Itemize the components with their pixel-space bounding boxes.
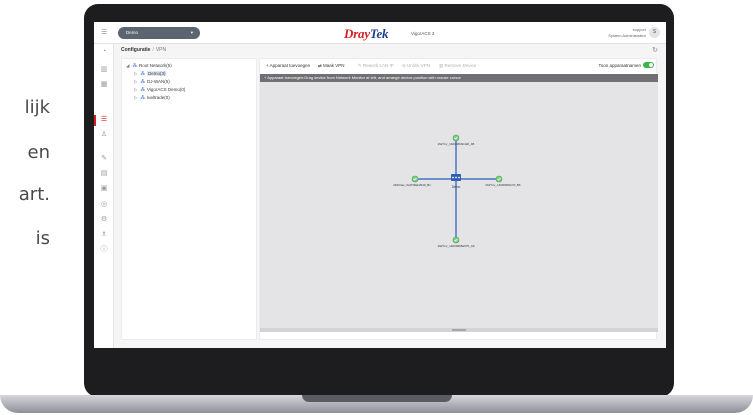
device-node-top[interactable]: [452, 134, 460, 142]
rework-lan-ip-button[interactable]: ✎ Rework LAN IP: [358, 63, 394, 69]
tree-item-root[interactable]: ◢ ⁂ Root Network(5): [126, 63, 172, 69]
tree-item-dj-wan[interactable]: ▷ ⁂ DJ-WAN(5): [134, 79, 170, 85]
device-label-right: 2927nv_1400b8bbb70_B6: [485, 183, 521, 187]
chevron-down-icon: ◢: [126, 63, 130, 68]
left-rail: ◔ ▥ ▦ ☰ ♙ ✎ ▤ ▣ ◎ ⚙ ♗ ⓘ: [94, 44, 114, 348]
topology-graph: Demo 2927nv_1400b8bbb4a5_4B 2920nac_0a7f…: [393, 134, 521, 248]
scrollbar-thumb[interactable]: [452, 329, 466, 331]
add-device-button[interactable]: + Apparaat toevoegen: [266, 63, 310, 68]
device-label-left: 2920nac_0a7f38ab2949_B1: [393, 183, 431, 187]
device-node-right[interactable]: [495, 175, 503, 183]
map-icon[interactable]: ▦: [100, 81, 108, 89]
network-icon: ⁂: [140, 79, 145, 84]
network-icon: ⁂: [140, 87, 145, 92]
hub-label: Demo: [452, 185, 461, 189]
topology-canvas[interactable]: Demo 2927nv_1400b8bbb4a5_4B 2920nac_0a7f…: [260, 82, 658, 328]
laptop-screen: ☰ Demo ▾ DrayTek VigorACS 3 support Syst…: [94, 22, 666, 348]
show-device-names-toggle[interactable]: [643, 62, 654, 68]
breadcrumb: Configuratie / VPN: [121, 47, 167, 53]
monitor-icon[interactable]: ▥: [100, 66, 108, 74]
hub-device-icon[interactable]: [451, 174, 461, 181]
draytek-logo: DrayTek: [344, 26, 389, 41]
tree-item-lueltrade[interactable]: ▷ ⁂ lueltrade(0): [134, 95, 170, 101]
show-device-names-label: Toon apparaatnamen: [598, 63, 641, 68]
side-text-line-2: en: [27, 142, 50, 163]
user-role: System Administrator: [608, 33, 646, 38]
tree-item-vigoracs-demo[interactable]: ▷ ⁂ VigorACS Demo(0): [134, 87, 185, 93]
device-label-top: 2927nv_1400b8bbb4a5_4B: [438, 142, 475, 146]
chevron-down-icon: ▾: [190, 30, 193, 35]
network-icon: ⁂: [132, 63, 137, 68]
rail-active-indicator: [94, 115, 96, 126]
device-node-left[interactable]: [411, 175, 419, 183]
dashboard-icon[interactable]: ◔: [100, 48, 108, 56]
users-icon[interactable]: ♙: [100, 131, 108, 139]
device-select-value: Demo: [126, 30, 139, 35]
network-tree: ◢ ⁂ Root Network(5) ▷ ⁂ Demo(3) ▷ ⁂ DJ-WAN(5) …: [121, 58, 257, 340]
chevron-right-icon: ▷: [134, 87, 138, 92]
globe-icon[interactable]: ◎: [100, 201, 108, 209]
wrench-icon[interactable]: ✎: [100, 155, 108, 163]
info-icon[interactable]: ⓘ: [100, 246, 108, 254]
breadcrumb-section[interactable]: Configuratie: [121, 47, 150, 53]
info-bar: + Apparaat toevoegen:Drag device from Ne…: [260, 74, 658, 82]
make-vpn-button[interactable]: ⇄ Maak VPN: [318, 63, 345, 69]
side-text-line-4: is: [35, 228, 50, 249]
app-header: ☰ Demo ▾ DrayTek VigorACS 3 support Syst…: [94, 22, 666, 44]
link-legend: Network WAN IPsec L2TP SSL VPN verbroken: [340, 318, 530, 332]
device-select[interactable]: Demo ▾: [118, 27, 200, 39]
configuration-icon[interactable]: ☰: [100, 116, 108, 124]
report-icon[interactable]: ▣: [100, 185, 108, 193]
laptop-notch: [302, 395, 452, 402]
product-name: VigorACS 3: [411, 31, 435, 36]
chevron-right-icon: ▷: [134, 79, 138, 84]
account-icon[interactable]: ♗: [100, 231, 108, 239]
tree-item-demo[interactable]: ▷ ⁂ Demo(3): [134, 71, 167, 77]
device-label-bottom: 2927nv_1400b8b8a675_A9: [438, 244, 475, 248]
vpn-topology-panel: + Apparaat toevoegen ⇄ Maak VPN ✎ Rework…: [259, 58, 658, 340]
user-info[interactable]: support System Administrator: [608, 27, 646, 39]
side-text-line-1: lijk: [24, 97, 50, 118]
refresh-icon[interactable]: ↻: [652, 46, 658, 54]
unlink-vpn-button[interactable]: ⊘ Unlink VPN: [402, 63, 430, 69]
avatar[interactable]: S: [649, 27, 660, 38]
settings-icon[interactable]: ⚙: [100, 216, 108, 224]
list-icon[interactable]: ▤: [100, 170, 108, 178]
chevron-right-icon: ▷: [134, 95, 138, 100]
side-text-line-3: art.: [18, 184, 50, 205]
remove-device-button[interactable]: ▥ Remove Device: [439, 63, 476, 69]
chevron-right-icon: ▷: [134, 71, 138, 76]
toolbar: + Apparaat toevoegen ⇄ Maak VPN ✎ Rework…: [260, 59, 658, 73]
device-node-bottom[interactable]: [452, 236, 460, 244]
network-icon: ⁂: [140, 71, 145, 76]
breadcrumb-page: VPN: [155, 47, 167, 53]
menu-icon[interactable]: ☰: [101, 29, 109, 36]
network-icon: ⁂: [140, 95, 145, 100]
